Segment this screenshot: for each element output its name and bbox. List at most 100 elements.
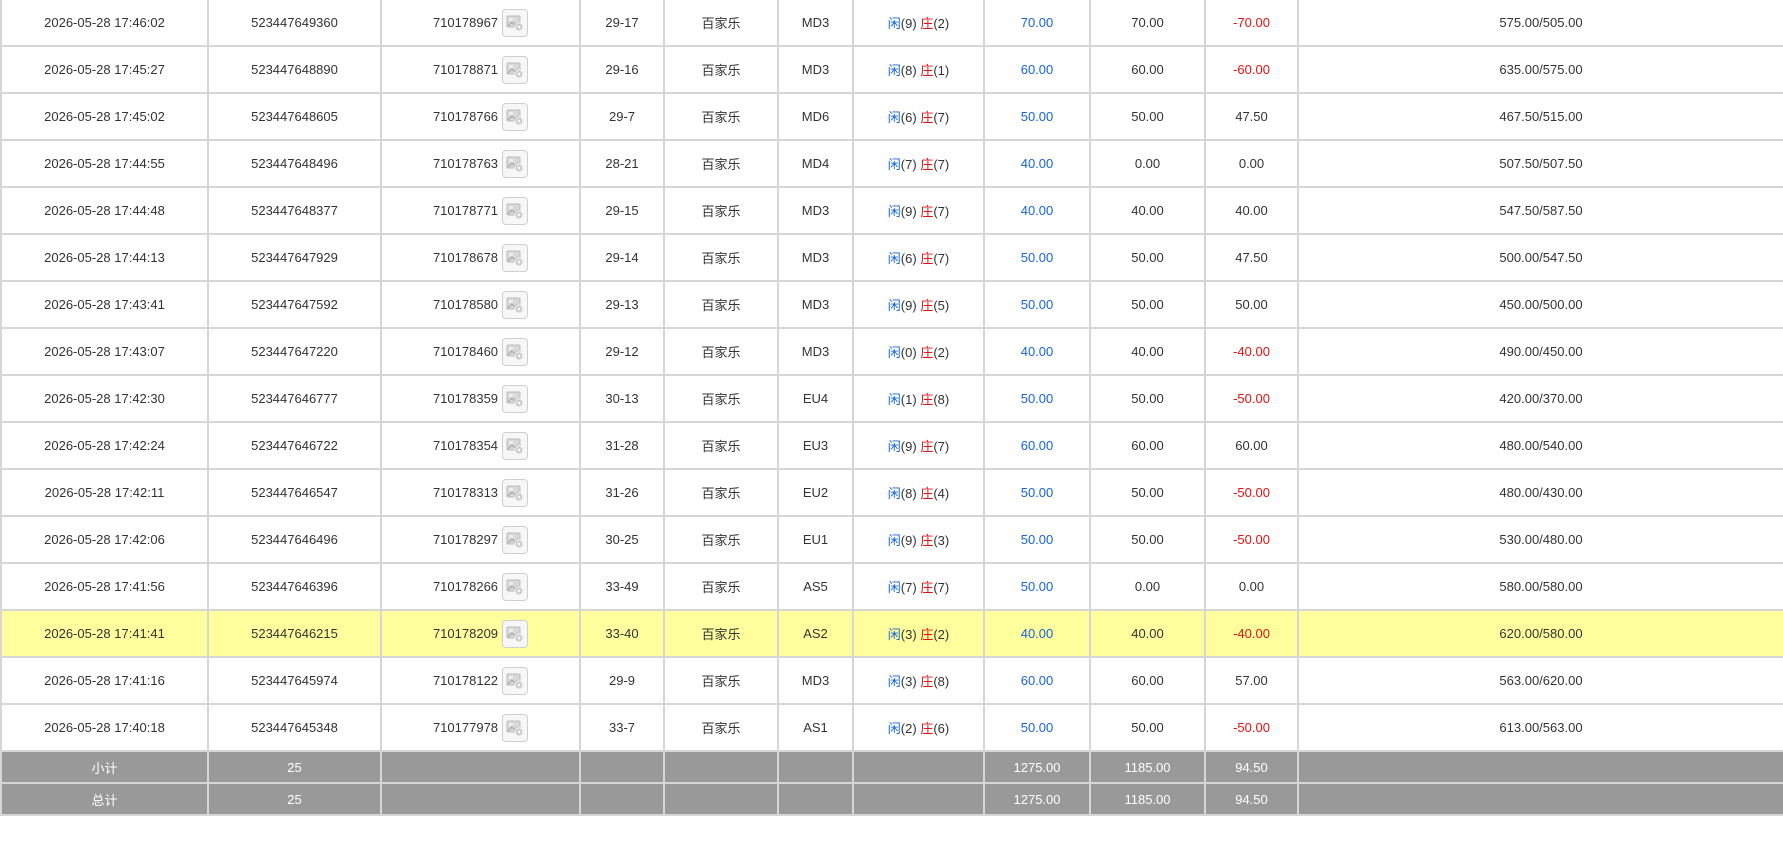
shoe-round-cell: 29-7: [579, 92, 665, 141]
win-loss-cell: 50.00: [1204, 280, 1299, 329]
valid-bet: 50.00: [1131, 391, 1164, 406]
order-no-cell: 523447646496: [207, 515, 382, 564]
result-image-icon[interactable]: [502, 478, 529, 507]
game-id-cell: 710178763: [380, 139, 581, 188]
table-row[interactable]: 2026-05-28 17:45:27 523447648890 7101788…: [0, 45, 1783, 94]
game-id-cell: 710178678: [380, 233, 581, 282]
game-id-cell: 710178313: [380, 468, 581, 517]
order-no-cell: 523447645348: [207, 703, 382, 752]
table-row[interactable]: 2026-05-28 17:41:16 523447645974 7101781…: [0, 656, 1783, 705]
win-loss-cell: 60.00: [1204, 421, 1299, 470]
result-image-icon[interactable]: [502, 243, 529, 272]
total-win: 94.50: [1204, 782, 1299, 816]
bet-time: 2026-05-28 17:43:07: [44, 344, 165, 359]
table-row[interactable]: 2026-05-28 17:46:02 523447649360 7101789…: [0, 0, 1783, 47]
result-image-glyph: [506, 62, 524, 78]
banker-label: 庄: [920, 392, 934, 407]
result-image-icon[interactable]: [502, 196, 529, 225]
total-empty: [663, 782, 779, 816]
table-row[interactable]: 2026-05-28 17:44:55 523447648496 7101787…: [0, 139, 1783, 188]
table-row[interactable]: 2026-05-28 17:42:24 523447646722 7101783…: [0, 421, 1783, 470]
banker-points: (2): [933, 345, 950, 360]
result-image-icon[interactable]: [502, 713, 529, 742]
table-code: AS1: [803, 720, 828, 735]
player-label: 闲: [887, 627, 901, 642]
shoe-round-cell: 29-17: [579, 0, 665, 47]
valid-bet: 50.00: [1131, 297, 1164, 312]
result-image-glyph: [506, 109, 524, 125]
balance-cell: 620.00/580.00: [1297, 609, 1783, 658]
table-row[interactable]: 2026-05-28 17:42:11 523447646547 7101783…: [0, 468, 1783, 517]
shoe-round: 33-40: [605, 626, 639, 641]
game-type-cell: 百家乐: [663, 280, 779, 329]
balance-before-after: 507.50/507.50: [1499, 156, 1583, 171]
total-valid: 1185.00: [1089, 782, 1206, 816]
table-row[interactable]: 2026-05-28 17:41:41 523447646215 7101782…: [0, 609, 1783, 658]
bet-amount: 40.00: [1020, 156, 1054, 171]
game-type-cell: 百家乐: [663, 92, 779, 141]
game-id: 710178122: [432, 673, 499, 688]
game-id-cell: 710178359: [380, 374, 581, 423]
shoe-round: 29-15: [605, 203, 639, 218]
table-row[interactable]: 2026-05-28 17:43:41 523447647592 7101785…: [0, 280, 1783, 329]
player-label: 闲: [887, 16, 901, 31]
game-type: 百家乐: [701, 486, 741, 501]
result-image-icon[interactable]: [502, 102, 529, 131]
bet-amount: 40.00: [1020, 344, 1054, 359]
bet-time-cell: 2026-05-28 17:45:02: [0, 92, 209, 141]
result-cell: 闲(9) 庄(7): [852, 421, 985, 470]
shoe-round-cell: 28-21: [579, 139, 665, 188]
game-id: 710177978: [432, 720, 499, 735]
order-no-cell: 523447645974: [207, 656, 382, 705]
game-id: 710178354: [432, 438, 499, 453]
shoe-round-cell: 29-9: [579, 656, 665, 705]
result-image-icon[interactable]: [502, 55, 529, 84]
game-id-group: 710178766: [433, 102, 529, 131]
banker-points: (7): [933, 251, 950, 266]
result-image-icon[interactable]: [502, 619, 529, 648]
result-image-icon[interactable]: [502, 8, 529, 37]
game-type-cell: 百家乐: [663, 609, 779, 658]
result-image-icon[interactable]: [502, 384, 529, 413]
table-row[interactable]: 2026-05-28 17:41:56 523447646396 7101782…: [0, 562, 1783, 611]
betting-records-page: 2026-05-28 17:46:02 523447649360 7101789…: [0, 0, 1783, 863]
result-image-icon[interactable]: [502, 572, 529, 601]
banker-points: (7): [933, 157, 950, 172]
game-id-cell: 710178766: [380, 92, 581, 141]
game-id: 710178313: [432, 485, 499, 500]
valid-bet: 60.00: [1131, 62, 1164, 77]
banker-label: 庄: [920, 110, 934, 125]
result-image-icon[interactable]: [502, 666, 529, 695]
table-row[interactable]: 2026-05-28 17:43:07 523447647220 7101784…: [0, 327, 1783, 376]
game-id-group: 710178297: [433, 525, 529, 554]
table-code-cell: MD3: [777, 327, 854, 376]
table-row[interactable]: 2026-05-28 17:40:18 523447645348 7101779…: [0, 703, 1783, 752]
banker-points: (7): [933, 204, 950, 219]
valid-bet: 50.00: [1131, 720, 1164, 735]
bet-amount-cell: 70.00: [983, 0, 1091, 47]
order-no-cell: 523447649360: [207, 0, 382, 47]
table-code: EU1: [802, 532, 829, 547]
table-row[interactable]: 2026-05-28 17:44:48 523447648377 7101787…: [0, 186, 1783, 235]
result-image-icon[interactable]: [502, 525, 529, 554]
result-image-icon[interactable]: [502, 149, 529, 178]
result-image-icon[interactable]: [502, 431, 529, 460]
win-loss: -40.00: [1233, 626, 1270, 641]
table-row[interactable]: 2026-05-28 17:42:06 523447646496 7101782…: [0, 515, 1783, 564]
subtotal-count: 25: [207, 750, 382, 784]
order-number: 523447645974: [251, 673, 338, 688]
game-type: 百家乐: [701, 533, 741, 548]
win-loss: 0.00: [1238, 579, 1265, 594]
order-number: 523447648605: [251, 109, 338, 124]
order-number: 523447646547: [251, 485, 338, 500]
result-image-icon[interactable]: [502, 337, 529, 366]
table-row[interactable]: 2026-05-28 17:45:02 523447648605 7101787…: [0, 92, 1783, 141]
bet-amount: 50.00: [1020, 391, 1054, 406]
table-row[interactable]: 2026-05-28 17:42:30 523447646777 7101783…: [0, 374, 1783, 423]
table-code: EU4: [802, 391, 829, 406]
result-image-icon[interactable]: [502, 290, 529, 319]
result-cell: 闲(2) 庄(6): [852, 703, 985, 752]
banker-label: 庄: [920, 439, 934, 454]
table-row[interactable]: 2026-05-28 17:44:13 523447647929 7101786…: [0, 233, 1783, 282]
shoe-round-cell: 30-13: [579, 374, 665, 423]
